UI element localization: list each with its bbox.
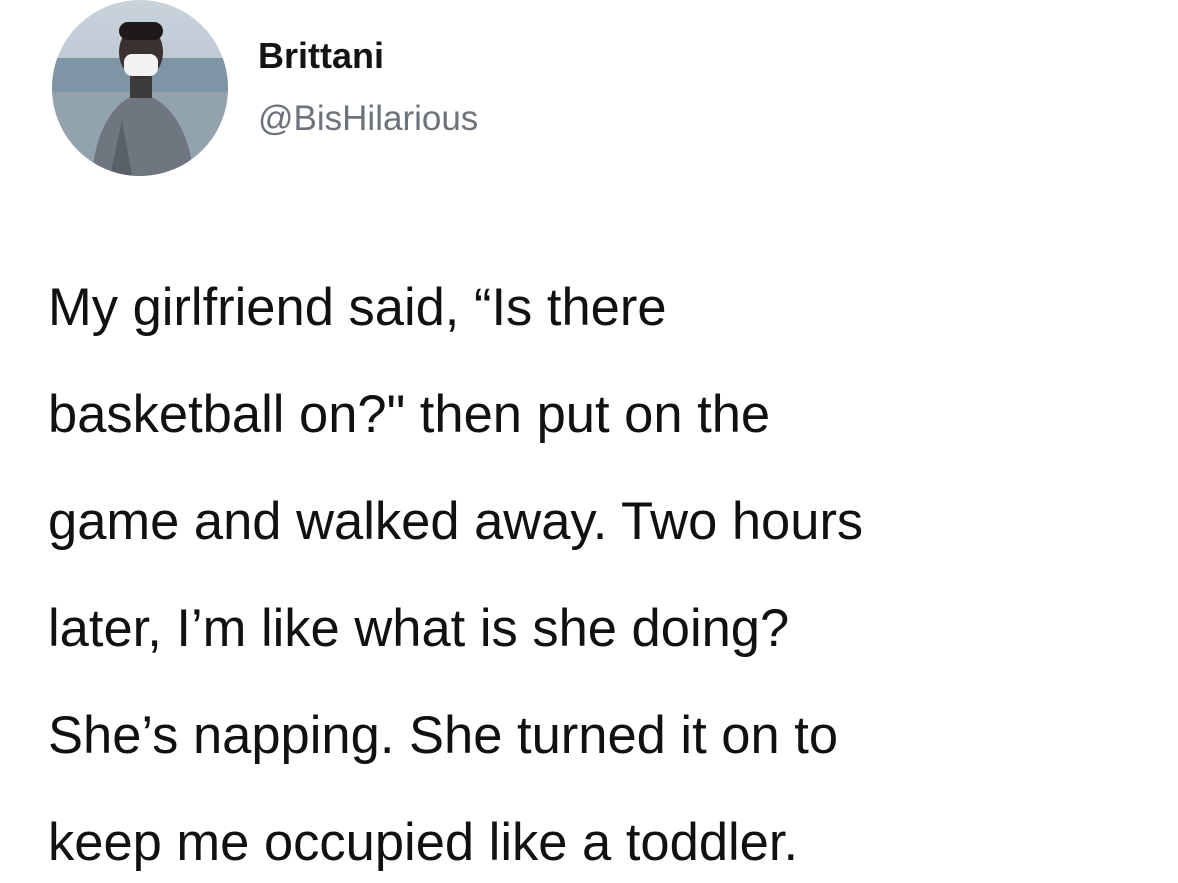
profile-avatar[interactable] [52,0,228,176]
tweet-text-line: basketball on?" then put on the [48,385,771,444]
user-handle[interactable]: @BisHilarious [258,99,478,139]
tweet-text-line: keep me occupied like a toddler. [48,813,799,872]
display-name[interactable]: Brittani [258,36,384,76]
tweet-card: Brittani @BisHilarious My girlfriend sai… [0,0,1178,883]
tweet-text-line: game and walked away. Two hours [48,492,864,551]
tweet-text-line: My girlfriend said, “Is there [48,278,667,337]
tweet-text: My girlfriend said, “Is there basketball… [48,254,1168,883]
tweet-text-line: later, I’m like what is she doing? [48,599,790,658]
tweet-text-line: She’s napping. She turned it on to [48,706,839,765]
avatar-photo-icon [52,0,228,176]
